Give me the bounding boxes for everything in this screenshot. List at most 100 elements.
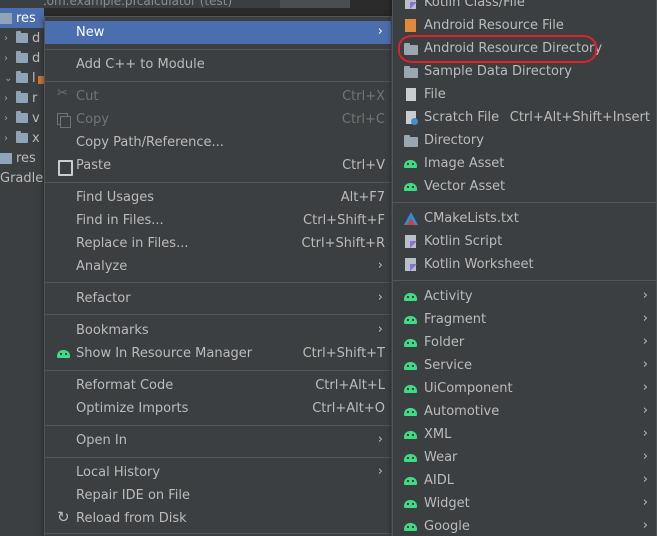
widgets-tab[interactable] xyxy=(280,0,350,8)
menu-item-open-in[interactable]: Open In › xyxy=(45,429,391,452)
android-icon xyxy=(404,454,417,464)
menu-item-analyze[interactable]: Analyze › xyxy=(45,255,391,278)
menu-item-local-history[interactable]: Local History › xyxy=(45,461,391,484)
menu-item-android-resource-file[interactable]: Android Resource File xyxy=(393,14,656,37)
chevron-right-icon[interactable]: › xyxy=(4,113,16,124)
menu-item-kotlin-worksheet[interactable]: Kotlin Worksheet xyxy=(393,253,656,276)
menu-item-label: Copy xyxy=(76,112,109,127)
menu-item-wear[interactable]: Wear › xyxy=(393,446,656,469)
menu-item-new[interactable]: New › xyxy=(45,21,391,44)
menu-item-repair-ide[interactable]: Repair IDE on File xyxy=(45,484,391,507)
chevron-right-icon: › xyxy=(642,426,648,441)
chevron-right-icon: › xyxy=(642,288,648,303)
menu-item-optimize-imports[interactable]: Optimize Imports Ctrl+Alt+O xyxy=(45,397,391,420)
menu-item-cut[interactable]: Cut Ctrl+X xyxy=(45,85,391,108)
menu-item-replace-in-files[interactable]: Replace in Files... Ctrl+Shift+R xyxy=(45,232,391,255)
menu-item-reformat-code[interactable]: Reformat Code Ctrl+Alt+L xyxy=(45,374,391,397)
menu-item-aidl[interactable]: AIDL › xyxy=(393,469,656,492)
chevron-right-icon[interactable]: › xyxy=(4,133,16,144)
tree-item[interactable]: › x xyxy=(0,128,44,148)
tree-item[interactable]: › v xyxy=(0,108,44,128)
tree-item[interactable]: › d xyxy=(0,48,44,68)
menu-item-label: Open In xyxy=(76,433,127,448)
menu-item-uicomponent[interactable]: UiComponent › xyxy=(393,377,656,400)
tree-item[interactable]: › r xyxy=(0,88,44,108)
folder-icon xyxy=(16,91,28,103)
menu-item-label: Google xyxy=(424,519,470,534)
menu-item-copy[interactable]: Copy Ctrl+C xyxy=(45,108,391,131)
menu-item-label: Directory xyxy=(424,133,484,148)
chevron-right-icon: › xyxy=(642,495,648,510)
chevron-right-icon: › xyxy=(642,472,648,487)
menu-item-label: Sample Data Directory xyxy=(424,64,572,79)
tree-item-gradle[interactable]: Gradle xyxy=(0,168,44,188)
menu-item-label: UiComponent xyxy=(424,381,513,396)
menu-item-label: Folder xyxy=(424,335,465,350)
menu-separator xyxy=(45,457,391,458)
menu-item-widget[interactable]: Widget › xyxy=(393,492,656,515)
menu-item-label: Automotive xyxy=(424,404,500,419)
menu-item-automotive[interactable]: Automotive › xyxy=(393,400,656,423)
menu-item-add-cpp[interactable]: Add C++ to Module xyxy=(45,53,391,76)
menu-item-label: Reload from Disk xyxy=(76,511,187,526)
tree-item-res-selected[interactable]: res xyxy=(0,8,44,28)
menu-item-paste[interactable]: Paste Ctrl+V xyxy=(45,154,391,177)
menu-item-cmakelists[interactable]: CMakeLists.txt xyxy=(393,207,656,230)
tree-item-label: d xyxy=(32,30,41,46)
menu-item-reload-from-disk[interactable]: Reload from Disk xyxy=(45,507,391,530)
menu-item-label: Kotlin Class/File xyxy=(424,0,525,10)
chevron-right-icon: › xyxy=(377,24,383,39)
menu-item-label: Cut xyxy=(76,89,99,104)
chevron-right-icon: › xyxy=(377,258,383,273)
menu-item-file[interactable]: File xyxy=(393,83,656,106)
menu-item-xml[interactable]: XML › xyxy=(393,423,656,446)
menu-item-copy-path[interactable]: Copy Path/Reference... xyxy=(45,131,391,154)
folder-icon xyxy=(16,31,28,43)
menu-item-google[interactable]: Google › xyxy=(393,515,656,536)
chevron-right-icon[interactable]: › xyxy=(4,53,16,64)
android-icon xyxy=(404,362,417,372)
menu-item-find-in-files[interactable]: Find in Files... Ctrl+Shift+F xyxy=(45,209,391,232)
shortcut: Ctrl+Shift+F xyxy=(303,213,385,228)
shortcut: Ctrl+Alt+L xyxy=(315,378,385,393)
chevron-right-icon[interactable]: › xyxy=(4,93,16,104)
android-icon xyxy=(404,183,417,193)
menu-item-kotlin-script[interactable]: Kotlin Script xyxy=(393,230,656,253)
resource-folder-icon xyxy=(0,12,12,24)
menu-item-bookmarks[interactable]: Bookmarks › xyxy=(45,319,391,342)
menu-item-service[interactable]: Service › xyxy=(393,354,656,377)
menu-item-sample-data-directory[interactable]: Sample Data Directory xyxy=(393,60,656,83)
tree-item-res[interactable]: res xyxy=(0,148,44,168)
tree-item[interactable]: › d xyxy=(0,28,44,48)
menu-item-image-asset[interactable]: Image Asset xyxy=(393,152,656,175)
menu-item-activity[interactable]: Activity › xyxy=(393,285,656,308)
menu-item-label: Vector Asset xyxy=(424,179,506,194)
menu-item-label: Activity xyxy=(424,289,473,304)
menu-item-find-usages[interactable]: Find Usages Alt+F7 xyxy=(45,186,391,209)
android-icon xyxy=(404,385,417,395)
menu-item-label: New xyxy=(76,25,105,40)
menu-item-kotlin-class-file[interactable]: Kotlin Class/File xyxy=(393,0,656,14)
menu-item-directory[interactable]: Directory xyxy=(393,129,656,152)
android-icon xyxy=(57,350,70,360)
folder-icon xyxy=(404,134,418,147)
shortcut: Ctrl+V xyxy=(342,158,385,173)
chevron-down-icon[interactable]: ⌄ xyxy=(4,73,16,84)
menu-separator xyxy=(45,533,391,534)
menu-item-show-in-resource-manager[interactable]: Show In Resource Manager Ctrl+Shift+T xyxy=(45,342,391,365)
menu-item-label: Kotlin Script xyxy=(424,234,503,249)
tree-item-label: Gradle xyxy=(0,170,44,186)
menu-item-label: Kotlin Worksheet xyxy=(424,257,534,272)
chevron-right-icon: › xyxy=(377,290,383,305)
menu-item-refactor[interactable]: Refactor › xyxy=(45,287,391,310)
menu-item-label: Reformat Code xyxy=(76,378,174,393)
menu-item-label: Bookmarks xyxy=(76,323,149,338)
kotlin-worksheet-icon xyxy=(404,258,417,271)
menu-item-label: AIDL xyxy=(424,473,454,488)
chevron-right-icon[interactable]: › xyxy=(4,33,16,44)
menu-item-vector-asset[interactable]: Vector Asset xyxy=(393,175,656,198)
menu-item-scratch-file[interactable]: Scratch File Ctrl+Alt+Shift+Insert xyxy=(393,106,656,129)
android-icon xyxy=(404,160,417,170)
menu-item-folder[interactable]: Folder › xyxy=(393,331,656,354)
menu-item-fragment[interactable]: Fragment › xyxy=(393,308,656,331)
